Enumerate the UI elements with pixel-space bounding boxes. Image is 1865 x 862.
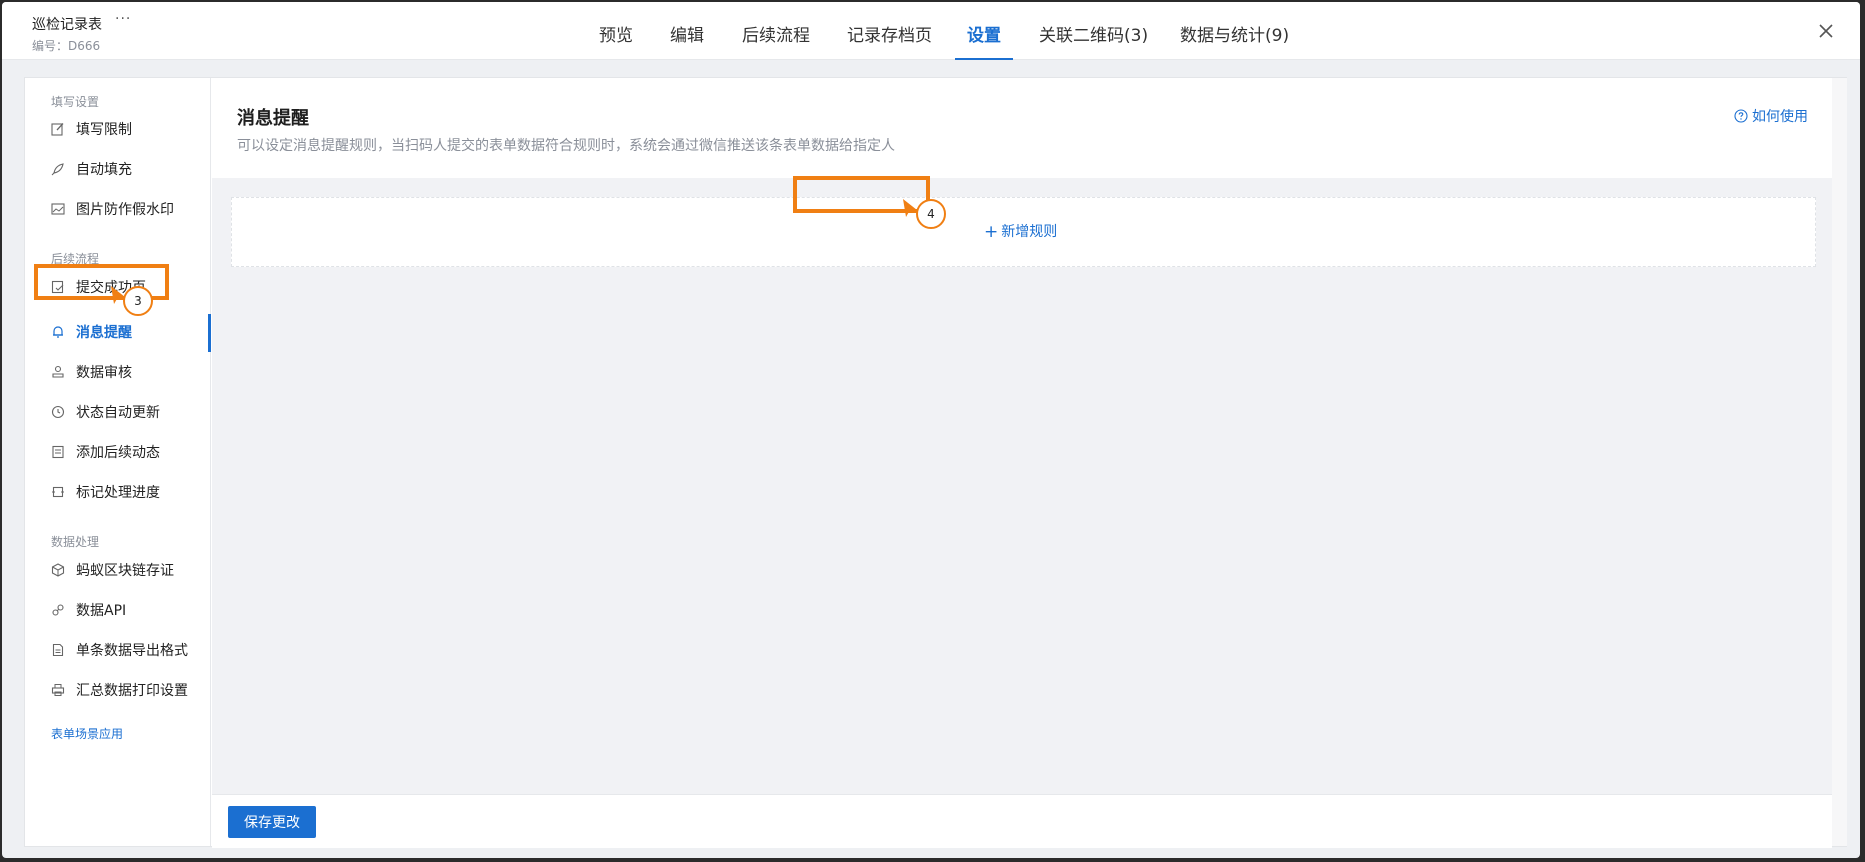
rocket-icon — [51, 163, 64, 176]
section-label-fill: 填写设置 — [51, 95, 100, 109]
top-bar: 巡检记录表 ··· 编号：D666 预览 编辑 后续流程 记录存档页 设置 关联… — [2, 2, 1860, 60]
sidebar-item-label: 消息提醒 — [76, 325, 132, 341]
sidebar-item-auto-fill[interactable]: 自动填充 — [51, 154, 209, 186]
sidebar-item-status-auto-update[interactable]: 状态自动更新 — [51, 397, 209, 429]
settings-sidebar: 填写设置 填写限制 自动填充 图片防作假水印 后续流程 提交成功页 消息提醒 数… — [25, 78, 211, 846]
tab-edit[interactable]: 编辑 — [670, 2, 704, 60]
tab-archive-page[interactable]: 记录存档页 — [847, 2, 932, 60]
sidebar-item-fill-limit[interactable]: 填写限制 — [51, 114, 209, 146]
clock-icon — [51, 405, 65, 419]
tab-settings[interactable]: 设置 — [955, 2, 1013, 60]
sidebar-item-label: 数据API — [76, 603, 127, 619]
sidebar-item-label: 图片防作假水印 — [76, 202, 174, 218]
settings-panel: 填写设置 填写限制 自动填充 图片防作假水印 后续流程 提交成功页 消息提醒 数… — [24, 77, 1847, 848]
close-icon[interactable] — [1817, 22, 1835, 40]
link-icon — [52, 604, 64, 616]
annotation-step-4: 4 — [916, 199, 946, 229]
sidebar-item-label: 蚂蚁区块链存证 — [76, 563, 174, 579]
stamp-icon — [52, 365, 64, 378]
active-indicator — [208, 314, 211, 352]
tab-followup-flow[interactable]: 后续流程 — [742, 2, 810, 60]
list-doc-icon — [52, 445, 64, 459]
page-title: 消息提醒 — [237, 108, 309, 129]
annotation-step-3: 3 — [123, 286, 153, 316]
sidebar-item-label: 添加后续动态 — [76, 445, 160, 461]
tab-data-stats[interactable]: 数据与统计(9) — [1180, 2, 1289, 60]
image-icon — [51, 203, 65, 215]
sidebar-item-label: 状态自动更新 — [76, 405, 160, 421]
add-rule-label: 新增规则 — [1001, 224, 1058, 240]
sidebar-item-label: 自动填充 — [76, 162, 132, 178]
sidebar-item-label: 填写限制 — [76, 122, 132, 138]
section-label-data: 数据处理 — [51, 535, 100, 549]
scene-application-link[interactable]: 表单场景应用 — [51, 725, 123, 742]
page-description: 可以设定消息提醒规则，当扫码人提交的表单数据符合规则时，系统会通过微信推送该条表… — [237, 138, 895, 154]
tab-preview[interactable]: 预览 — [599, 2, 633, 60]
sidebar-item-blockchain[interactable]: 蚂蚁区块链存证 — [51, 555, 209, 587]
progress-icon — [52, 486, 64, 498]
tab-bar: 预览 编辑 后续流程 记录存档页 设置 关联二维码(3) 数据与统计(9) — [2, 2, 1860, 60]
scrollbar[interactable] — [1832, 78, 1847, 846]
sidebar-item-label: 标记处理进度 — [76, 485, 160, 501]
content-header: 消息提醒 可以设定消息提醒规则，当扫码人提交的表单数据符合规则时，系统会通过微信… — [212, 78, 1832, 178]
help-icon — [1734, 109, 1748, 123]
sidebar-item-data-api[interactable]: 数据API — [51, 595, 209, 627]
sidebar-item-print-settings[interactable]: 汇总数据打印设置 — [51, 675, 209, 707]
printer-icon — [51, 684, 65, 696]
plus-icon: + — [984, 222, 999, 242]
help-link-label: 如何使用 — [1752, 109, 1808, 125]
add-rule-button[interactable]: + 新增规则 — [984, 221, 1057, 242]
file-icon — [52, 643, 64, 657]
sidebar-item-label: 单条数据导出格式 — [76, 643, 188, 659]
sidebar-item-message-reminder[interactable]: 消息提醒 — [51, 317, 209, 349]
sidebar-item-single-export-format[interactable]: 单条数据导出格式 — [51, 635, 209, 667]
sidebar-item-image-watermark[interactable]: 图片防作假水印 — [51, 194, 209, 226]
how-to-use-link[interactable]: 如何使用 — [1734, 106, 1808, 126]
cube-icon — [51, 563, 65, 577]
footer-bar: 保存更改 — [212, 794, 1832, 848]
tab-linked-qrcodes[interactable]: 关联二维码(3) — [1039, 2, 1148, 60]
sidebar-item-label: 汇总数据打印设置 — [76, 683, 188, 699]
app-window: 巡检记录表 ··· 编号：D666 预览 编辑 后续流程 记录存档页 设置 关联… — [2, 2, 1860, 858]
edit-icon — [51, 123, 64, 136]
bell-icon — [53, 326, 63, 338]
sidebar-item-mark-progress[interactable]: 标记处理进度 — [51, 477, 209, 509]
sidebar-item-data-review[interactable]: 数据审核 — [51, 357, 209, 389]
sidebar-item-add-followup[interactable]: 添加后续动态 — [51, 437, 209, 469]
sidebar-item-label: 数据审核 — [76, 365, 132, 381]
content-area: 消息提醒 可以设定消息提醒规则，当扫码人提交的表单数据符合规则时，系统会通过微信… — [212, 78, 1847, 848]
save-changes-button[interactable]: 保存更改 — [228, 806, 316, 838]
